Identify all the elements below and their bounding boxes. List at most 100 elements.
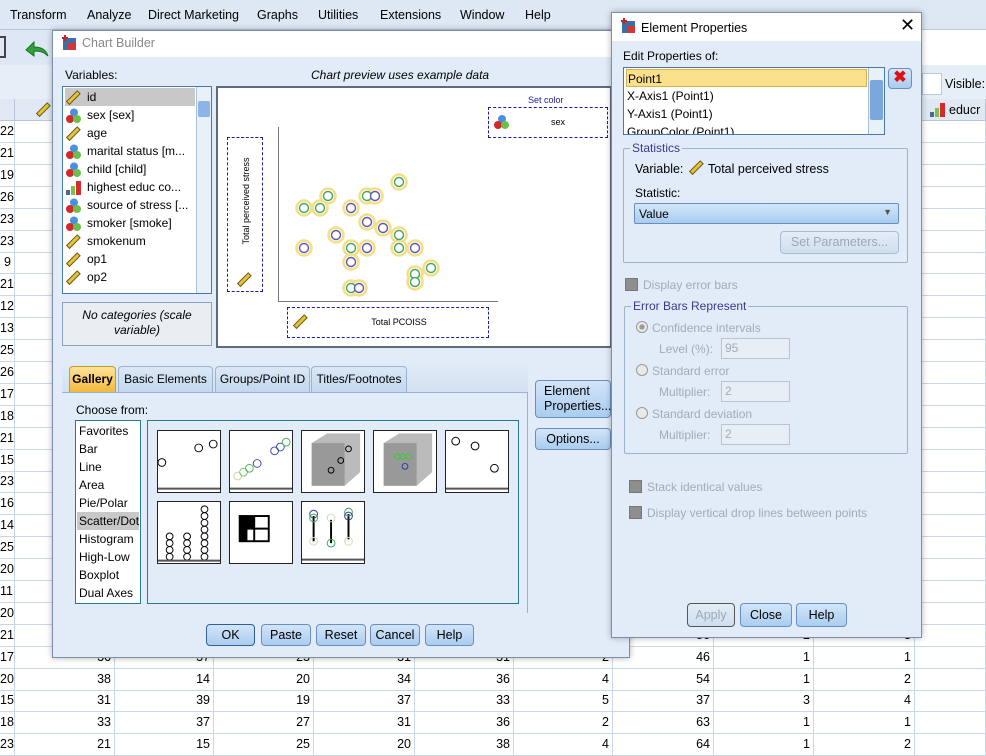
grid-cell[interactable]: 20 [0, 559, 15, 581]
grid-cell[interactable]: 21 [15, 734, 115, 756]
grid-cell[interactable]: 36 [415, 668, 514, 691]
chart-type-item[interactable]: Histogram [77, 530, 139, 548]
standard-error-radio[interactable] [636, 364, 648, 376]
grid-cell[interactable]: 27 [214, 712, 314, 735]
display-error-bars-checkbox[interactable] [625, 278, 638, 291]
grid-cell[interactable]: 33 [415, 690, 514, 713]
grid-cell[interactable]: 15 [0, 449, 15, 472]
chart-type-item[interactable]: Pie/Polar [77, 494, 139, 512]
grid-cell[interactable]: 38 [415, 734, 514, 756]
chart-type-item[interactable]: Area [77, 476, 139, 494]
grid-cell[interactable]: 37 [613, 690, 714, 713]
grid-cell[interactable] [915, 121, 986, 143]
grid-cell[interactable] [915, 383, 986, 406]
grid-cell[interactable]: 31 [15, 690, 115, 713]
statistic-select[interactable]: Value ▼ [634, 203, 899, 224]
grid-cell[interactable]: 37 [314, 690, 415, 713]
grid-cell[interactable] [915, 361, 986, 384]
grid-cell[interactable]: 4 [814, 690, 915, 713]
chart-type-item[interactable]: Scatter/Dot [77, 512, 139, 530]
grid-cell[interactable]: 4 [514, 668, 613, 691]
grid-cell[interactable]: 1 [814, 646, 915, 669]
grid-cell[interactable] [915, 318, 986, 341]
grid-cell[interactable]: 2 [814, 734, 915, 756]
grid-cell[interactable]: 5 [514, 690, 613, 713]
grouped-3d-scatter-thumb[interactable] [373, 430, 437, 493]
grid-cell[interactable] [915, 712, 986, 735]
grid-cell[interactable]: 23 [0, 734, 15, 756]
grid-cell[interactable] [915, 580, 986, 603]
grid-cell[interactable]: 39 [115, 690, 214, 713]
close-button[interactable]: Close [740, 603, 792, 627]
standard-deviation-radio[interactable] [636, 407, 648, 419]
summary-point-thumb[interactable] [445, 430, 509, 493]
chart-type-item[interactable]: Favorites [77, 422, 139, 440]
sd-multiplier-input[interactable]: 2 [721, 424, 790, 445]
tab-gallery[interactable]: Gallery [69, 366, 116, 392]
grid-cell[interactable] [915, 668, 986, 691]
grid-cell[interactable]: 1 [714, 712, 814, 735]
cancel-button[interactable]: Cancel [370, 624, 420, 646]
tab-basic-elements[interactable]: Basic Elements [118, 366, 213, 392]
grid-cell[interactable] [915, 340, 986, 362]
grid-cell[interactable]: 38 [15, 668, 115, 691]
chart-type-item[interactable]: Line [77, 458, 139, 476]
grid-cell[interactable]: 31 [314, 712, 415, 735]
grid-cell[interactable]: 26 [0, 361, 15, 384]
grid-cell[interactable] [915, 274, 986, 297]
grid-cell[interactable]: 19 [214, 690, 314, 713]
grid-cell[interactable]: 21 [0, 427, 15, 450]
tab-titles-footnotes[interactable]: Titles/Footnotes [311, 366, 407, 392]
grid-cell[interactable]: 21 [0, 624, 15, 647]
grid-cell[interactable] [915, 493, 986, 516]
edit-properties-scrollbar[interactable] [868, 68, 884, 134]
grid-cell[interactable] [915, 471, 986, 494]
grid-cell[interactable]: 3 [714, 690, 814, 713]
grid-cell[interactable]: 16 [0, 493, 15, 516]
drop-lines-checkbox[interactable] [629, 506, 642, 519]
grid-cell[interactable]: 54 [613, 668, 714, 691]
grid-cell[interactable] [915, 449, 986, 472]
ok-button[interactable]: OK [206, 624, 255, 646]
grid-cell[interactable] [915, 296, 986, 319]
grid-cell[interactable] [915, 537, 986, 560]
chart-type-item[interactable]: Boxplot [77, 566, 139, 584]
column-header-educr[interactable]: educr [915, 99, 986, 121]
grid-cell[interactable]: 23 [0, 471, 15, 494]
goto-field[interactable] [922, 73, 942, 95]
grid-cell[interactable]: 20 [314, 734, 415, 756]
chart-type-item[interactable]: Dual Axes [77, 584, 139, 602]
set-parameters-button[interactable]: Set Parameters... [780, 231, 899, 254]
options-button[interactable]: Options... [535, 428, 611, 450]
grid-cell[interactable]: 64 [613, 734, 714, 756]
grid-cell[interactable]: 20 [214, 668, 314, 691]
element-item[interactable]: X-Axis1 (Point1) [626, 87, 867, 105]
grid-cell[interactable]: 20 [0, 602, 15, 625]
grid-cell[interactable] [915, 186, 986, 209]
grid-cell[interactable] [915, 230, 986, 253]
grid-cell[interactable] [915, 690, 986, 713]
level-input[interactable]: 95 [721, 338, 790, 359]
close-icon[interactable]: ✕ [900, 15, 915, 36]
scatterplot-matrix-thumb[interactable] [229, 501, 293, 564]
grid-cell[interactable]: 37 [115, 712, 214, 735]
element-item[interactable]: Y-Axis1 (Point1) [626, 105, 867, 123]
grid-cell[interactable]: 4 [514, 734, 613, 756]
edit-properties-list[interactable]: Point1 X-Axis1 (Point1) Y-Axis1 (Point1) Gr… [623, 67, 885, 135]
grid-cell[interactable]: 18 [0, 712, 15, 735]
grid-cell[interactable]: 1 [714, 734, 814, 756]
help-button[interactable]: Help [425, 624, 474, 646]
grid-cell[interactable]: 36 [415, 712, 514, 735]
reset-button[interactable]: Reset [316, 624, 366, 646]
grid-cell[interactable]: 14 [0, 515, 15, 538]
grid-cell[interactable]: 15 [115, 734, 214, 756]
grid-cell[interactable] [915, 515, 986, 538]
grid-cell[interactable]: 63 [613, 712, 714, 735]
stack-identical-checkbox[interactable] [629, 480, 642, 493]
3d-scatter-thumb[interactable] [301, 430, 365, 493]
element-item[interactable]: GroupColor (Point1) [626, 123, 867, 134]
grid-cell[interactable]: 34 [314, 668, 415, 691]
apply-button[interactable]: Apply [687, 603, 735, 627]
chart-type-item[interactable]: Bar [77, 440, 139, 458]
tab-groups-point-id[interactable]: Groups/Point ID [215, 366, 310, 392]
